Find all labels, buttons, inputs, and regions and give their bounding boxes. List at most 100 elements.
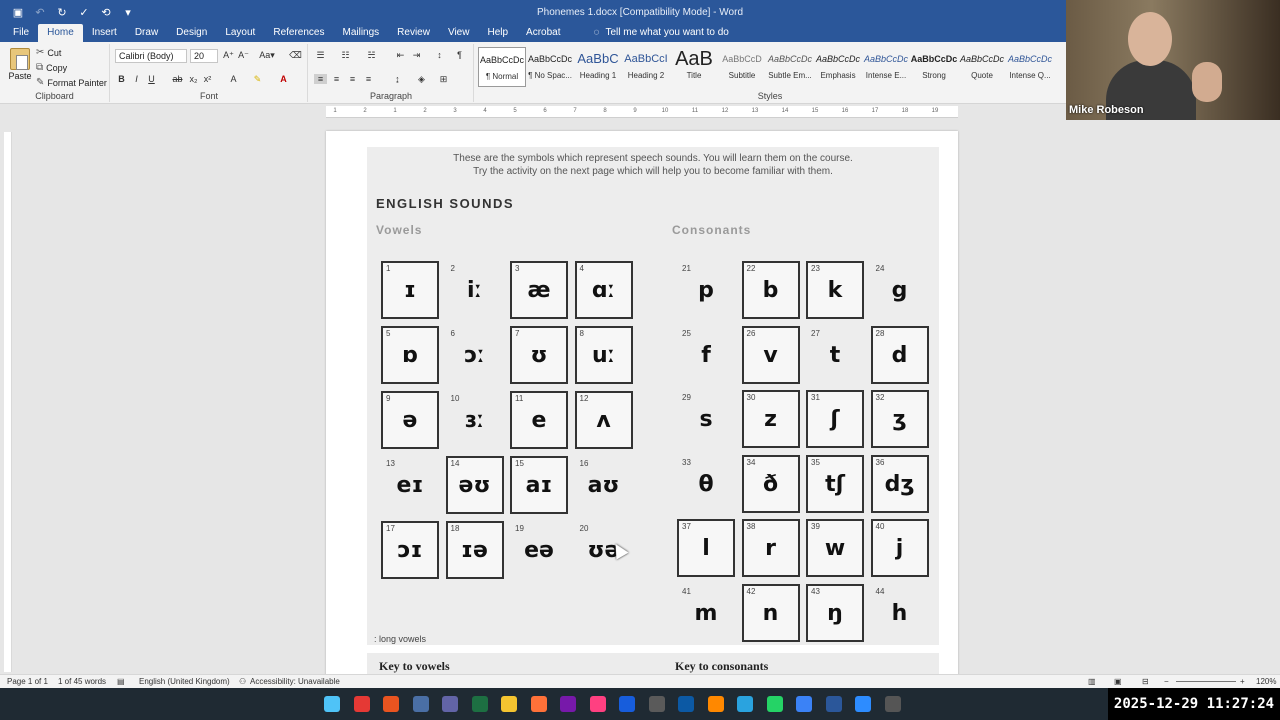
customize-qat-icon[interactable]: ▾ — [120, 6, 136, 19]
align-left-icon[interactable]: ≡ — [314, 74, 327, 84]
music-icon[interactable] — [589, 696, 606, 712]
copy-button[interactable]: ⧉ Copy — [36, 62, 67, 73]
superscript-icon[interactable]: x² — [201, 74, 214, 84]
print-layout-icon[interactable]: ▣ — [1114, 677, 1122, 686]
acrobat-icon[interactable] — [353, 696, 370, 712]
line-spacing-icon[interactable]: ↨ — [391, 74, 404, 84]
zoom-icon[interactable] — [855, 696, 871, 712]
style-title[interactable]: AaB Title — [670, 47, 718, 87]
tab-references[interactable]: References — [264, 24, 333, 42]
numbering-icon[interactable]: ☷ — [339, 50, 352, 61]
style-strong[interactable]: AaBbCcDc Strong — [910, 47, 958, 87]
cut-button[interactable]: ✂ Cut — [36, 47, 61, 58]
notepad-icon[interactable] — [648, 696, 665, 712]
proofing-icon[interactable]: ▤ — [117, 677, 125, 686]
telegram-icon[interactable] — [737, 696, 753, 712]
change-case-icon[interactable]: Aa▾ — [257, 50, 277, 61]
bitwarden-icon[interactable] — [619, 696, 635, 712]
decrease-indent-icon[interactable]: ⇤ — [394, 50, 407, 61]
align-right-icon[interactable]: ≡ — [346, 74, 359, 84]
tab-file[interactable]: File — [4, 24, 38, 42]
sort-icon[interactable]: ↕ — [433, 50, 446, 60]
style-normal[interactable]: AaBbCcDc ¶ Normal — [478, 47, 526, 87]
word-count[interactable]: 1 of 45 words — [58, 677, 106, 686]
vlc-icon[interactable] — [707, 696, 724, 712]
windows-start-icon[interactable] — [324, 696, 340, 712]
multilevel-list-icon[interactable]: ☵ — [365, 50, 378, 61]
tab-help[interactable]: Help — [478, 24, 517, 42]
video-tile[interactable]: Mike Robeson — [1066, 0, 1280, 120]
increase-indent-icon[interactable]: ⇥ — [410, 50, 423, 61]
zoom-out-icon[interactable]: − — [1164, 677, 1169, 686]
read-mode-icon[interactable]: ▥ — [1088, 677, 1096, 686]
redo-icon[interactable]: ↻ — [54, 6, 70, 19]
zoom-level[interactable]: 120% — [1256, 677, 1276, 686]
style-intense-emphasis[interactable]: AaBbCcDc Intense E... — [862, 47, 910, 87]
clear-formatting-icon[interactable]: ⌫ — [289, 50, 302, 61]
underline-icon[interactable]: U — [145, 74, 158, 84]
page-count[interactable]: Page 1 of 1 — [7, 677, 48, 686]
strikethrough-icon[interactable]: ab — [171, 74, 184, 84]
bullets-icon[interactable]: ☰ — [314, 50, 327, 61]
tab-layout[interactable]: Layout — [216, 24, 264, 42]
font-name-select[interactable]: Calibri (Body) — [115, 49, 187, 63]
tab-home[interactable]: Home — [38, 24, 83, 42]
tab-draw[interactable]: Draw — [126, 24, 167, 42]
language[interactable]: English (United Kingdom) — [139, 677, 230, 686]
style-heading-1[interactable]: AaBbC Heading 1 — [574, 47, 622, 87]
style-heading-2[interactable]: AaBbCcI Heading 2 — [622, 47, 670, 87]
font-size-select[interactable]: 20 — [190, 49, 218, 63]
document-page[interactable]: These are the symbols which represent sp… — [326, 131, 958, 691]
borders-icon[interactable]: ⊞ — [437, 74, 450, 85]
tab-review[interactable]: Review — [388, 24, 439, 42]
whatsapp-icon[interactable] — [766, 696, 783, 712]
zoom-slider[interactable] — [1176, 681, 1236, 682]
justify-icon[interactable]: ≡ — [362, 74, 375, 84]
tab-acrobat[interactable]: Acrobat — [517, 24, 569, 42]
grow-font-icon[interactable]: A⁺ — [222, 50, 235, 61]
subscript-icon[interactable]: x₂ — [187, 74, 200, 84]
zoom-in-icon[interactable]: + — [1240, 677, 1245, 686]
tab-mailings[interactable]: Mailings — [333, 24, 388, 42]
format-painter-button[interactable]: ✎ Format Painter — [36, 77, 107, 88]
spelling-icon[interactable]: ✓ — [76, 6, 92, 19]
save-icon[interactable]: ▣ — [10, 6, 26, 19]
style-subtitle[interactable]: AaBbCcD Subtitle — [718, 47, 766, 87]
undo-icon[interactable]: ↶ — [32, 6, 48, 19]
style-intense-quote[interactable]: AaBbCcDc Intense Q... — [1006, 47, 1054, 87]
excel-icon[interactable] — [471, 696, 488, 712]
tab-design[interactable]: Design — [167, 24, 216, 42]
style-quote[interactable]: AaBbCcDc Quote — [958, 47, 1006, 87]
vertical-ruler[interactable] — [4, 132, 12, 672]
teams-icon[interactable] — [442, 696, 458, 712]
shading-icon[interactable]: ◈ — [415, 74, 428, 85]
calculator-icon[interactable] — [412, 696, 429, 712]
shrink-font-icon[interactable]: A⁻ — [237, 50, 250, 61]
horizontal-ruler[interactable]: 1 2 1 2 3 4 5 6 7 8 9 10 11 12 13 14 15 16 17 18 19 — [326, 106, 958, 118]
text-effects-icon[interactable]: A — [227, 74, 240, 84]
accessibility-status[interactable]: Accessibility: Unavailable — [250, 677, 340, 686]
word-icon[interactable] — [825, 696, 842, 712]
show-formatting-icon[interactable]: ¶ — [453, 50, 466, 60]
italic-icon[interactable]: I — [130, 74, 143, 84]
edge-icon[interactable] — [678, 696, 694, 712]
style-emphasis[interactable]: AaBbCcDc Emphasis — [814, 47, 862, 87]
firefox-icon[interactable] — [530, 696, 547, 712]
bold-icon[interactable]: B — [115, 74, 128, 84]
tab-insert[interactable]: Insert — [83, 24, 126, 42]
ubuntu-icon[interactable] — [383, 696, 399, 712]
style-no-spacing[interactable]: AaBbCcDc ¶ No Spac... — [526, 47, 574, 87]
powertoys-icon[interactable] — [884, 696, 901, 712]
style-subtle-emphasis[interactable]: AaBbCcDc Subtle Em... — [766, 47, 814, 87]
tell-me-search[interactable]: ◌ Tell me what you want to do — [594, 24, 729, 42]
tab-view[interactable]: View — [439, 24, 479, 42]
highlight-icon[interactable]: ✎ — [251, 74, 264, 85]
chat-icon[interactable] — [796, 696, 812, 712]
web-layout-icon[interactable]: ⊟ — [1142, 677, 1149, 686]
repeat-icon[interactable]: ⟲ — [98, 6, 114, 19]
align-center-icon[interactable]: ≡ — [330, 74, 343, 84]
file-explorer-icon[interactable] — [501, 696, 517, 712]
font-color-icon[interactable]: A — [277, 74, 290, 84]
paste-button[interactable]: Paste — [8, 48, 32, 81]
onenote-icon[interactable] — [560, 696, 576, 712]
